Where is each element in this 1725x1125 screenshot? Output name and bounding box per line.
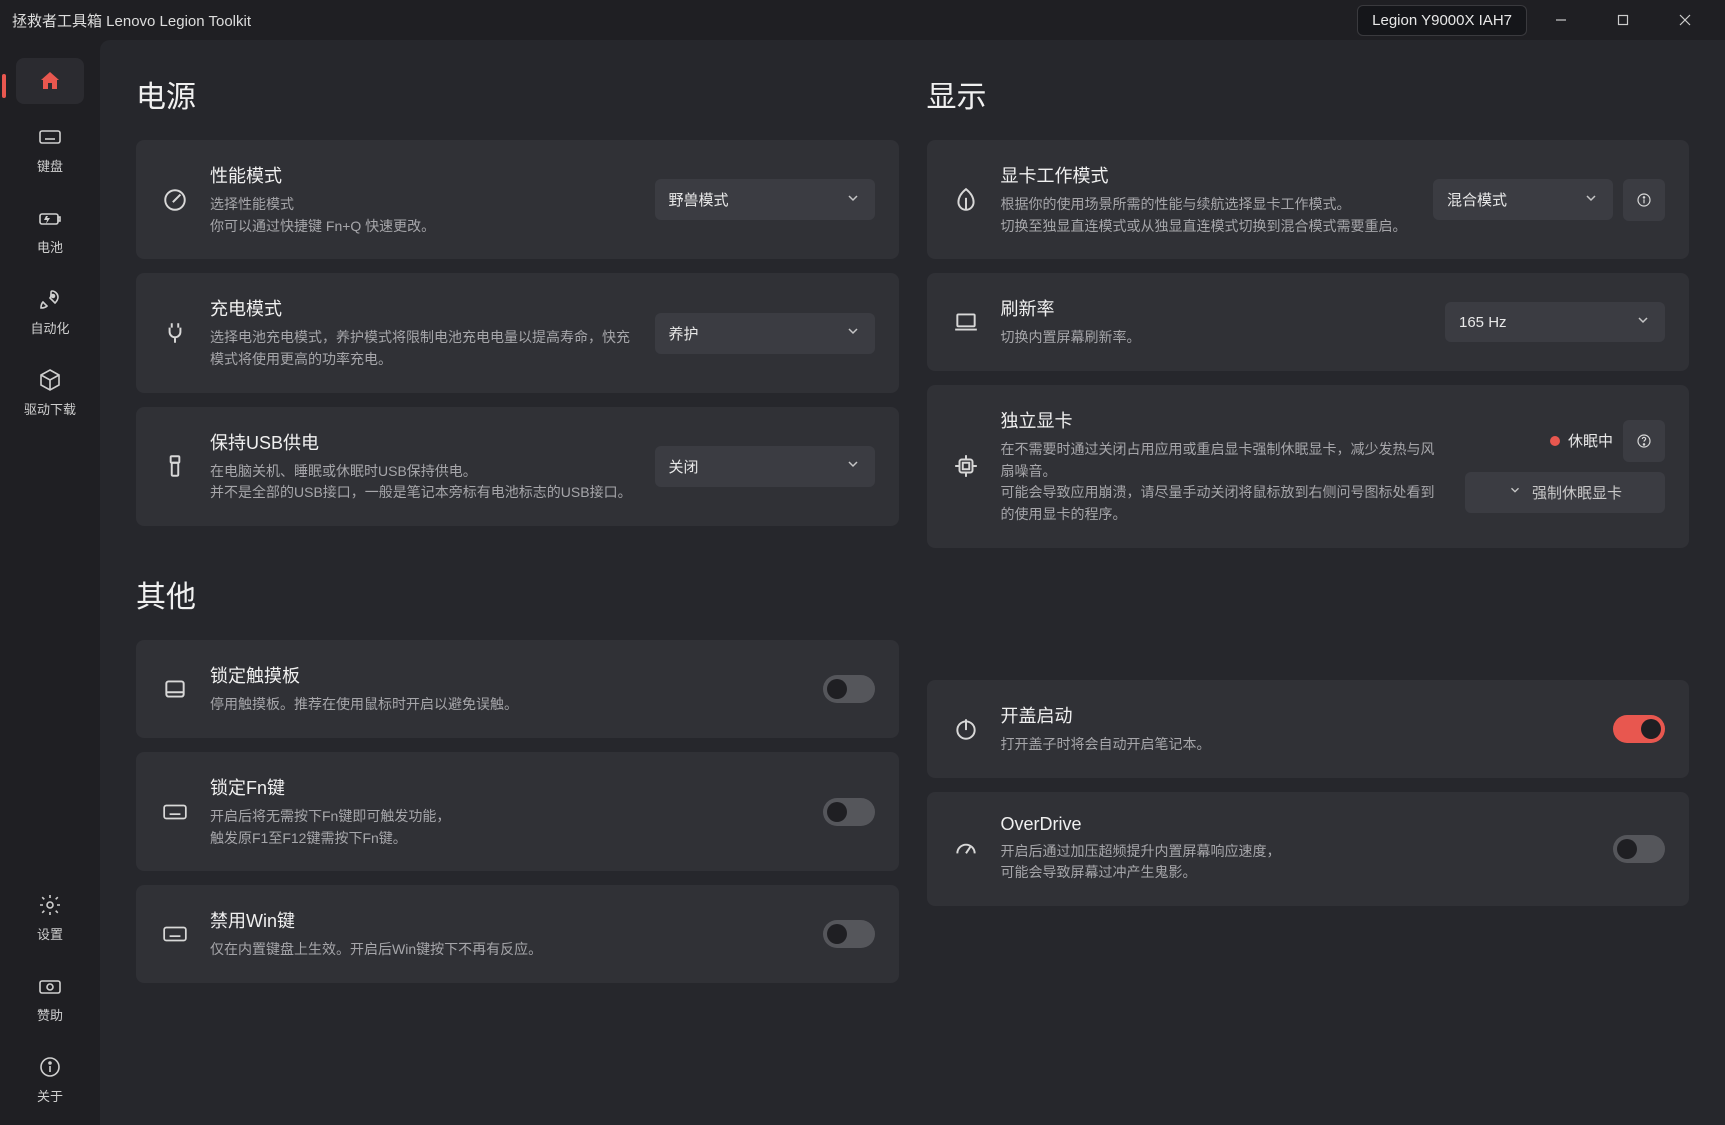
nav-driver[interactable]: 驱动下载 [16, 357, 84, 428]
card-win-lock: 禁用Win键 仅在内置键盘上生效。开启后Win键按下不再有反应。 [136, 885, 899, 983]
chip-icon [951, 453, 981, 479]
main-content: 电源 性能模式 选择性能模式 你可以通过快捷键 Fn+Q 快速更改。 野兽模式 [100, 40, 1725, 1125]
chevron-down-icon [1508, 483, 1522, 501]
chevron-down-icon [845, 190, 861, 210]
laptop-icon [951, 309, 981, 335]
flip-to-boot-toggle[interactable] [1613, 715, 1665, 743]
card-desc: 选择性能模式 你可以通过快捷键 Fn+Q 快速更改。 [210, 194, 635, 237]
overdrive-toggle[interactable] [1613, 835, 1665, 863]
sidebar: 键盘 电池 自动化 驱动下载 设置 [0, 40, 100, 1125]
card-desc: 停用触摸板。推荐在使用鼠标时开启以避免误触。 [210, 694, 803, 716]
money-icon [37, 973, 63, 999]
gauge-icon [160, 187, 190, 213]
status-dot-icon [1550, 436, 1560, 446]
card-flip-to-boot: 开盖启动 打开盖子时将会自动开启笔记本。 [927, 680, 1690, 778]
nav-label: 驱动下载 [24, 399, 76, 418]
dgpu-force-sleep-button[interactable]: 强制休眠显卡 [1465, 472, 1665, 513]
chevron-down-icon [845, 323, 861, 343]
charge-mode-select[interactable]: 养护 [655, 313, 875, 354]
card-title: 显卡工作模式 [1001, 162, 1414, 188]
maximize-button[interactable] [1595, 0, 1651, 40]
card-overdrive: OverDrive 开启后通过加压超频提升内置屏幕响应速度， 可能会导致屏幕过冲… [927, 792, 1690, 906]
card-desc: 仅在内置键盘上生效。开启后Win键按下不再有反应。 [210, 939, 803, 961]
chevron-down-icon [1583, 190, 1599, 210]
nav-label: 键盘 [37, 156, 63, 175]
card-title: 锁定触摸板 [210, 662, 803, 688]
home-icon [37, 68, 63, 94]
nav-settings[interactable]: 设置 [16, 882, 84, 953]
card-desc: 选择电池充电模式，养护模式将限制电池充电电量以提高寿命，快充模式将使用更高的功率… [210, 327, 635, 370]
section-other-title: 其他 [136, 572, 899, 616]
nav-label: 设置 [37, 924, 63, 943]
usb-icon [160, 453, 190, 479]
card-title: 开盖启动 [1001, 702, 1594, 728]
card-dgpu: 独立显卡 在不需要时通过关闭占用应用或重启显卡强制休眠显卡，减少发热与风扇噪音。… [927, 385, 1690, 548]
card-desc: 根据你的使用场景所需的性能与续航选择显卡工作模式。 切换至独显直连模式或从独显直… [1001, 194, 1414, 237]
usb-power-select[interactable]: 关闭 [655, 446, 875, 487]
card-gpu-mode: 显卡工作模式 根据你的使用场景所需的性能与续航选择显卡工作模式。 切换至独显直连… [927, 140, 1690, 259]
gpu-mode-select[interactable]: 混合模式 [1433, 179, 1613, 220]
nav-label: 电池 [37, 237, 63, 256]
card-desc: 切换内置屏幕刷新率。 [1001, 327, 1426, 349]
card-desc: 在不需要时通过关闭占用应用或重启显卡强制休眠显卡，减少发热与风扇噪音。 可能会导… [1001, 439, 1446, 526]
card-refresh-rate: 刷新率 切换内置屏幕刷新率。 165 Hz [927, 273, 1690, 371]
rocket-icon [37, 286, 63, 312]
nav-automation[interactable]: 自动化 [16, 276, 84, 347]
fn-lock-toggle[interactable] [823, 798, 875, 826]
nav-label: 自动化 [30, 318, 69, 337]
card-title: 刷新率 [1001, 295, 1426, 321]
minimize-button[interactable] [1533, 0, 1589, 40]
card-title: 禁用Win键 [210, 907, 803, 933]
nav-label: 赞助 [37, 1005, 63, 1024]
device-badge: Legion Y9000X IAH7 [1357, 5, 1527, 36]
card-performance-mode: 性能模式 选择性能模式 你可以通过快捷键 Fn+Q 快速更改。 野兽模式 [136, 140, 899, 259]
power-icon [951, 716, 981, 742]
card-usb-power: 保持USB供电 在电脑关机、睡眠或休眠时USB保持供电。 并不是全部的USB接口… [136, 407, 899, 526]
dgpu-status: 休眠中 [1550, 430, 1613, 451]
nav-home[interactable] [16, 58, 84, 104]
refresh-rate-select[interactable]: 165 Hz [1445, 302, 1665, 342]
nav-donate[interactable]: 赞助 [16, 963, 84, 1034]
card-title: 保持USB供电 [210, 429, 635, 455]
plug-icon [160, 320, 190, 346]
nav-battery[interactable]: 电池 [16, 195, 84, 266]
chevron-down-icon [845, 456, 861, 476]
battery-icon [37, 205, 63, 231]
gpu-mode-info-button[interactable] [1623, 179, 1665, 221]
card-desc: 打开盖子时将会自动开启笔记本。 [1001, 734, 1594, 756]
touchpad-icon [160, 676, 190, 702]
nav-label: 关于 [37, 1086, 63, 1105]
card-charge-mode: 充电模式 选择电池充电模式，养护模式将限制电池充电电量以提高寿命，快充模式将使用… [136, 273, 899, 392]
card-title: 充电模式 [210, 295, 635, 321]
card-title: 独立显卡 [1001, 407, 1446, 433]
card-title: 锁定Fn键 [210, 774, 803, 800]
win-lock-toggle[interactable] [823, 920, 875, 948]
chevron-down-icon [1635, 312, 1651, 332]
touchpad-lock-toggle[interactable] [823, 675, 875, 703]
leaf-icon [951, 187, 981, 213]
app-title: 拯救者工具箱 Lenovo Legion Toolkit [12, 10, 251, 31]
info-icon [37, 1054, 63, 1080]
titlebar: 拯救者工具箱 Lenovo Legion Toolkit Legion Y900… [0, 0, 1725, 40]
card-desc: 在电脑关机、睡眠或休眠时USB保持供电。 并不是全部的USB接口，一般是笔记本旁… [210, 461, 635, 504]
keyboard-icon [160, 799, 190, 825]
gear-icon [37, 892, 63, 918]
card-desc: 开启后通过加压超频提升内置屏幕响应速度， 可能会导致屏幕过冲产生鬼影。 [1001, 841, 1594, 884]
section-power-title: 电源 [136, 72, 899, 116]
package-icon [37, 367, 63, 393]
nav-keyboard[interactable]: 键盘 [16, 114, 84, 185]
section-display-title: 显示 [927, 72, 1690, 116]
card-desc: 开启后将无需按下Fn键即可触发功能， 触发原F1至F12键需按下Fn键。 [210, 806, 803, 849]
dgpu-help-button[interactable] [1623, 420, 1665, 462]
speedometer-icon [951, 836, 981, 862]
card-title: OverDrive [1001, 814, 1594, 835]
close-button[interactable] [1657, 0, 1713, 40]
keyboard-icon [37, 124, 63, 150]
card-fn-lock: 锁定Fn键 开启后将无需按下Fn键即可触发功能， 触发原F1至F12键需按下Fn… [136, 752, 899, 871]
card-touchpad-lock: 锁定触摸板 停用触摸板。推荐在使用鼠标时开启以避免误触。 [136, 640, 899, 738]
card-title: 性能模式 [210, 162, 635, 188]
keyboard-icon [160, 921, 190, 947]
nav-about[interactable]: 关于 [16, 1044, 84, 1115]
performance-mode-select[interactable]: 野兽模式 [655, 179, 875, 220]
